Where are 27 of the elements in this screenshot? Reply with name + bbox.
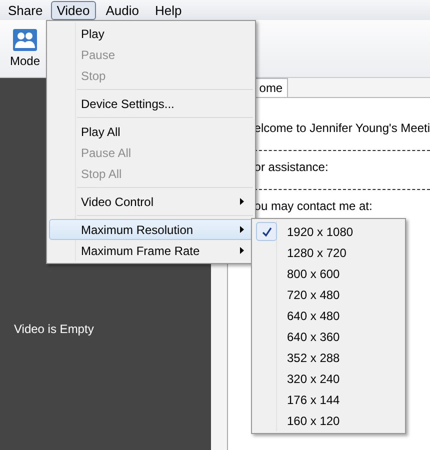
menu-item[interactable]: Device Settings... [49, 93, 253, 114]
menu-title[interactable]: Audio [100, 0, 145, 20]
menu-title[interactable]: Help [148, 0, 188, 20]
menu-item[interactable]: 160 x 120 [254, 410, 403, 431]
content-text: elcome to Jennifer Young's Meeti [254, 120, 430, 136]
menu-item[interactable]: 176 x 144 [254, 389, 403, 410]
submenu-arrow-icon [240, 198, 244, 205]
menu-item[interactable]: Play [49, 23, 253, 44]
menu-item[interactable]: 1280 x 720 [254, 242, 403, 263]
video-status-text: Video is Empty [14, 322, 94, 336]
menu-item[interactable]: 640 x 360 [254, 326, 403, 347]
submenu-arrow-icon [240, 226, 244, 233]
menu-item[interactable]: 720 x 480 [254, 284, 403, 305]
menu-item[interactable]: Video Control [49, 191, 253, 212]
menu-item[interactable]: 1920 x 1080 [254, 221, 403, 242]
menu-item[interactable]: 352 x 288 [254, 347, 403, 368]
menu-item[interactable]: Maximum Frame Rate [49, 240, 253, 261]
menu-item[interactable]: 640 x 480 [254, 305, 403, 326]
menu-item[interactable]: Play All [49, 121, 253, 142]
menu-item[interactable]: 320 x 240 [254, 368, 403, 389]
menu-title[interactable]: Video [50, 0, 96, 20]
tab[interactable]: ome [254, 78, 288, 97]
submenu-arrow-icon [240, 247, 244, 254]
menu-item[interactable]: Maximum Resolution [49, 219, 253, 240]
menu-item[interactable]: 800 x 600 [254, 263, 403, 284]
people-icon [13, 29, 37, 51]
menu-title[interactable]: Share [2, 0, 49, 20]
